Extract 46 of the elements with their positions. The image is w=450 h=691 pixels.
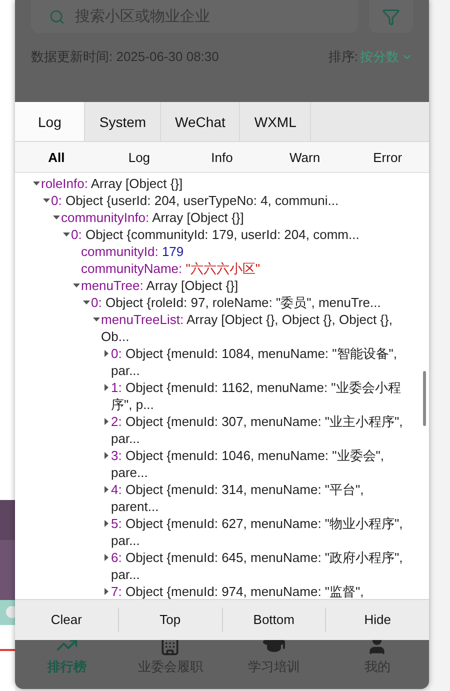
- log-entry: 3: Object {menuId: 1046, menuName: "业委会", pare...: [111, 447, 385, 481]
- collapsed-arrow-icon[interactable]: [103, 520, 110, 527]
- filter-icon: [382, 8, 400, 26]
- expanded-arrow-icon[interactable]: [33, 180, 40, 187]
- log-filter-tab[interactable]: Info: [180, 142, 264, 172]
- log-entry: 0: Object {roleId: 97, roleName: "委员", menuTre...: [91, 294, 382, 311]
- log-entry: 0: Object {menuId: 1084, menuName: "智能设备", par...: [111, 345, 398, 379]
- log-entry: 5: Object {menuId: 627, menuName: "物业小程序", par...: [111, 515, 404, 549]
- collapsed-arrow-icon[interactable]: [103, 384, 110, 391]
- log-entry: 7: Object {menuId: 974, menuName: "监督",: [111, 583, 365, 599]
- collapsed-arrow-icon[interactable]: [103, 554, 110, 561]
- expanded-arrow-icon[interactable]: [53, 214, 60, 221]
- log-entry: communityName: "六六六小区": [81, 260, 261, 277]
- log-entry: 4: Object {menuId: 314, menuName: "平台", parent...: [111, 481, 365, 515]
- log-filter-tab[interactable]: All: [15, 142, 98, 172]
- log-entry: communityInfo: Array [Object {}]: [61, 209, 245, 226]
- log-entry: communityId: 179: [81, 243, 185, 260]
- collapsed-arrow-icon[interactable]: [103, 452, 110, 459]
- collapsed-arrow-icon[interactable]: [103, 350, 110, 357]
- expanded-arrow-icon[interactable]: [93, 316, 100, 323]
- log-entry: roleInfo: Array [Object {}]: [41, 175, 184, 192]
- expanded-arrow-icon[interactable]: [73, 282, 80, 289]
- log-entry: 2: Object {menuId: 307, menuName: "业主小程序", par...: [111, 413, 404, 447]
- console-action-button[interactable]: Top: [118, 608, 222, 632]
- underline-icon: [0, 649, 15, 651]
- expanded-arrow-icon[interactable]: [83, 299, 90, 306]
- log-entry: menuTreeList: Array [Object {}, Object {}, Object {}, Ob...: [101, 311, 394, 345]
- collapsed-arrow-icon[interactable]: [103, 486, 110, 493]
- log-filter-tab[interactable]: Error: [346, 142, 429, 172]
- log-filter-tab[interactable]: Warn: [263, 142, 346, 172]
- console-action-button[interactable]: Bottom: [222, 608, 326, 632]
- building-icon: [159, 640, 182, 656]
- log-entry: menuTree: Array [Object {}]: [81, 277, 240, 294]
- console-tab[interactable]: Log: [15, 102, 86, 141]
- expanded-arrow-icon[interactable]: [63, 231, 70, 238]
- log-entry: 1: Object {menuId: 1162, menuName: "业委会小程序", p...: [111, 379, 402, 413]
- log-filter-tab[interactable]: Log: [98, 142, 181, 172]
- log-entry: 0: Object {communityId: 179, userId: 204, comm...: [71, 226, 360, 243]
- console-action-button[interactable]: Clear: [15, 608, 118, 632]
- log-entry: 6: Object {menuId: 645, menuName: "政府小程序", par...: [111, 549, 404, 583]
- expanded-arrow-icon[interactable]: [43, 197, 50, 204]
- collapsed-arrow-icon[interactable]: [103, 588, 110, 595]
- collapsed-arrow-icon[interactable]: [103, 418, 110, 425]
- log-entry: 0: Object {userId: 204, userTypeNo: 4, communi...: [51, 192, 340, 209]
- search-icon: [49, 8, 65, 24]
- scrollbar[interactable]: [423, 371, 426, 426]
